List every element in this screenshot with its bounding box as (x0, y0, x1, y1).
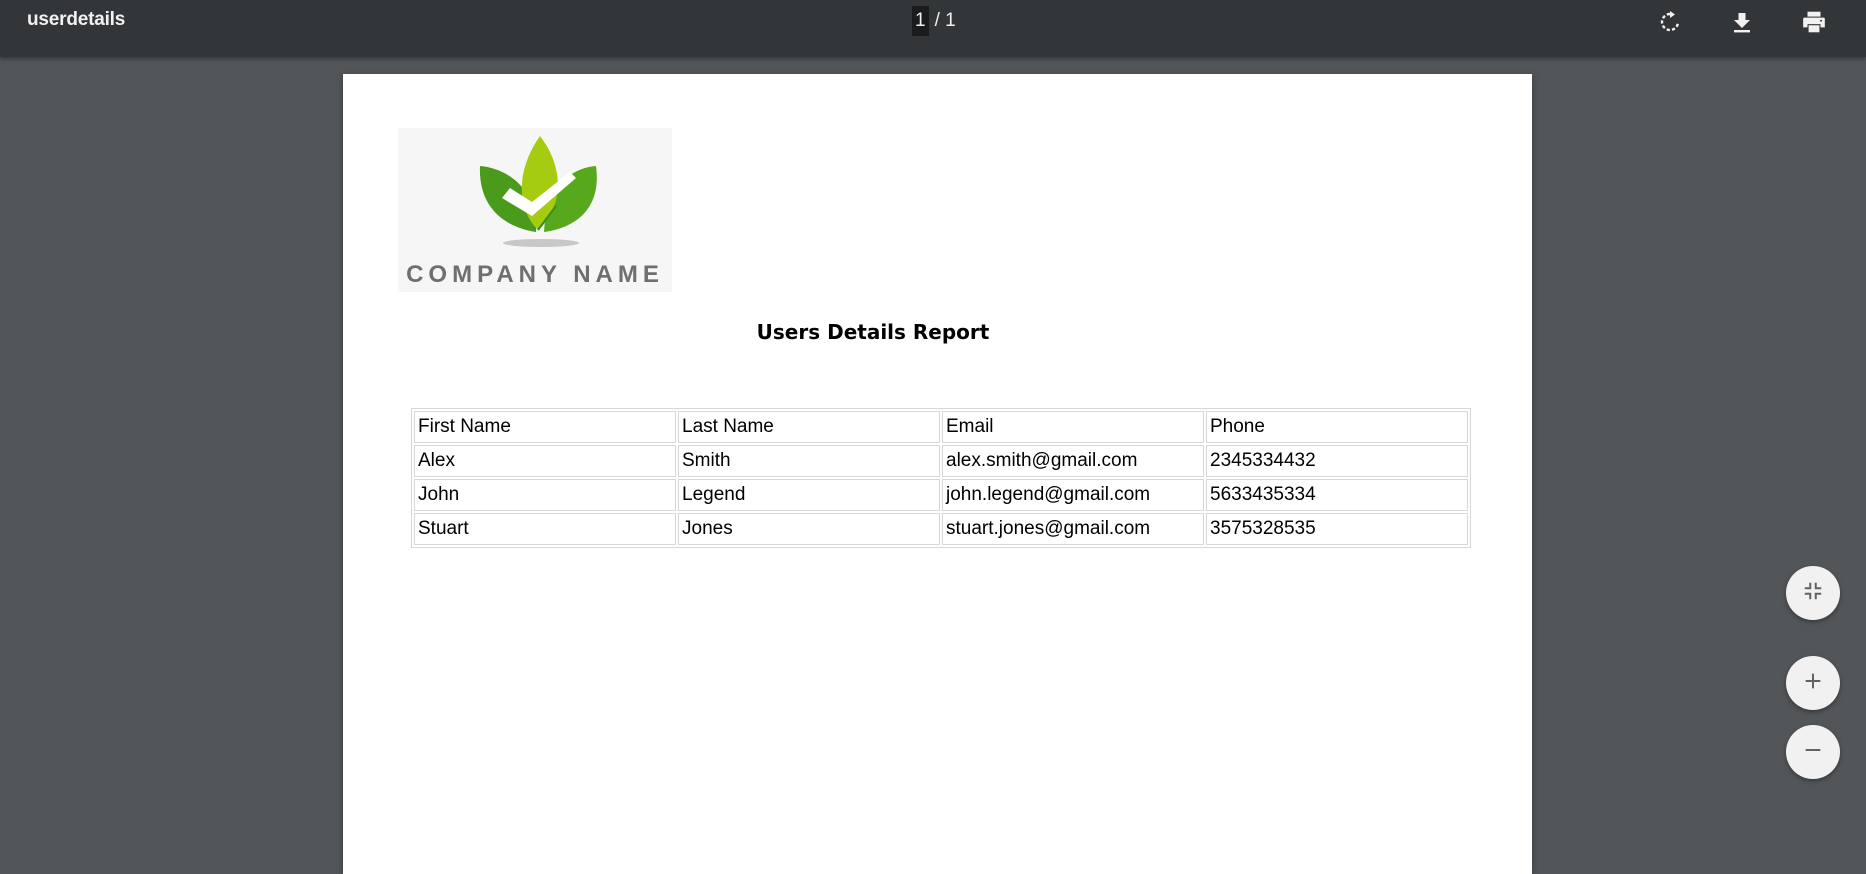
leaf-check-logo-icon (479, 136, 597, 247)
page-total: / 1 (934, 10, 956, 31)
table-cell: Alex (414, 445, 676, 477)
table-cell: Smith (678, 445, 940, 477)
company-logo: COMPANY NAME (398, 128, 672, 292)
table-cell: Legend (678, 479, 940, 511)
header-cell: Email (942, 411, 1204, 443)
table-cell: John (414, 479, 676, 511)
table-cell: alex.smith@gmail.com (942, 445, 1204, 477)
rotate-icon (1658, 10, 1682, 34)
header-cell: Phone (1206, 411, 1468, 443)
header-cell: Last Name (678, 411, 940, 443)
zoom-out-button[interactable] (1786, 725, 1840, 779)
download-button[interactable] (1724, 4, 1760, 40)
fit-to-page-button[interactable] (1786, 566, 1840, 620)
rotate-button[interactable] (1652, 4, 1688, 40)
minus-icon (1802, 739, 1824, 766)
print-icon (1801, 9, 1827, 35)
table-cell: Stuart (414, 513, 676, 545)
zoom-in-button[interactable] (1786, 656, 1840, 710)
viewer-toolbar: userdetails 1 / 1 (0, 0, 1866, 57)
table-cell: stuart.jones@gmail.com (942, 513, 1204, 545)
page-indicator: 1 / 1 (912, 6, 956, 36)
table-row: Stuart Jones stuart.jones@gmail.com 3575… (414, 513, 1468, 545)
table-row: Alex Smith alex.smith@gmail.com 23453344… (414, 445, 1468, 477)
download-icon (1730, 10, 1754, 34)
plus-icon (1802, 670, 1824, 697)
table-header-row: First Name Last Name Email Phone (414, 411, 1468, 443)
header-cell: First Name (414, 411, 676, 443)
table-cell: 2345334432 (1206, 445, 1468, 477)
print-button[interactable] (1796, 4, 1832, 40)
users-table: First Name Last Name Email Phone Alex Sm… (411, 408, 1471, 548)
table-cell: john.legend@gmail.com (942, 479, 1204, 511)
fit-to-page-icon (1802, 580, 1824, 607)
page-number-input[interactable]: 1 (912, 6, 929, 36)
document-title: userdetails (27, 9, 126, 30)
report-title: Users Details Report (756, 320, 990, 344)
table-cell: 5633435334 (1206, 479, 1468, 511)
pdf-page: COMPANY NAME Users Details Report First … (343, 74, 1532, 874)
logo-text: COMPANY NAME (406, 261, 664, 288)
table-cell: 3575328535 (1206, 513, 1468, 545)
table-cell: Jones (678, 513, 940, 545)
table-row: John Legend john.legend@gmail.com 563343… (414, 479, 1468, 511)
